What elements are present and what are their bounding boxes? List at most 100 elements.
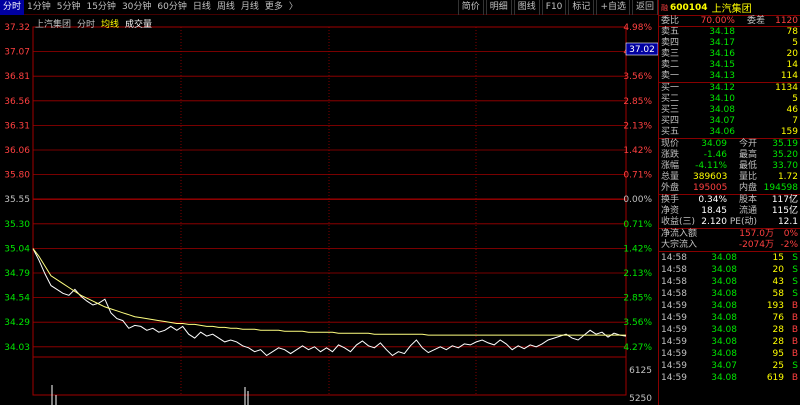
field-label: 流通 bbox=[738, 206, 757, 216]
period-tab[interactable]: 30分钟 bbox=[119, 0, 154, 15]
weicha-label: 委差 bbox=[746, 16, 765, 26]
price-axis-label: 36.06 bbox=[4, 146, 30, 156]
buy-price: 34.12 bbox=[709, 83, 735, 93]
field-value: 389603 bbox=[693, 172, 728, 182]
period-tabs: 分时 1分钟 5分钟 15分钟 30分钟 60分钟 日线 周线 月线 更多〉 bbox=[0, 0, 301, 15]
toolbar-button[interactable]: 简价 bbox=[457, 0, 484, 15]
field-label: 股本 bbox=[738, 195, 757, 205]
trade-side: S bbox=[792, 253, 798, 263]
trade-side: S bbox=[792, 289, 798, 299]
field-value: 2.120 bbox=[701, 217, 727, 227]
quote-row: 外盘 195005 内盘 194598 bbox=[659, 183, 800, 194]
toolbar-button[interactable]: 标记 bbox=[568, 0, 595, 15]
sell-level-label: 卖四 bbox=[661, 38, 680, 48]
toolbar-right-buttons: 简价 明细 图线 F10 标记 +自选 返回 bbox=[456, 0, 658, 15]
toolbar-button[interactable]: F10 bbox=[541, 0, 567, 15]
pct-axis-label: 4.98% bbox=[623, 23, 652, 33]
price-axis-label: 34.29 bbox=[4, 318, 30, 328]
chart-header: 上汽集团 分时 均线 成交量 bbox=[35, 17, 152, 30]
price-axis-label: 34.79 bbox=[4, 269, 30, 279]
trade-side: B bbox=[791, 337, 798, 347]
flow-row: 净流入额 157.0万 0% bbox=[659, 229, 800, 240]
stock-name[interactable]: 上汽集团 bbox=[712, 0, 752, 15]
pct-axis-label: 0.00% bbox=[623, 195, 652, 205]
period-tab[interactable]: 周线 bbox=[214, 0, 238, 15]
field-value: -1.46 bbox=[703, 150, 727, 160]
sell-orders: 卖五 34.18 78 卖四 34.17 5 卖三 34.16 20 卖二 34.15 14 卖一 34.… bbox=[659, 27, 800, 83]
period-tab[interactable]: 月线 bbox=[238, 0, 262, 15]
field-label: 收益(三) bbox=[661, 217, 696, 227]
field-value: 34.09 bbox=[701, 139, 727, 149]
sell-volume: 5 bbox=[792, 38, 798, 48]
period-tab[interactable]: 日线 bbox=[190, 0, 214, 15]
price-axis-label: 35.30 bbox=[4, 220, 30, 230]
trade-volume: 43 bbox=[772, 277, 784, 287]
buy-price: 34.07 bbox=[709, 116, 735, 126]
trade-volume: 76 bbox=[772, 313, 784, 323]
buy-price: 34.08 bbox=[709, 105, 735, 115]
period-tab[interactable]: 更多 bbox=[262, 0, 286, 15]
chart-label-avg[interactable]: 均线 bbox=[101, 17, 119, 30]
quote-row: 总量 389603 量比 1.72 bbox=[659, 172, 800, 183]
tick-trades: 14:58 34.08 15 S 14:58 34.08 20 S 14:58 34.08 43 S 1… bbox=[659, 252, 800, 384]
field-label: PE(动) bbox=[729, 217, 757, 227]
period-toolbar: 分时 1分钟 5分钟 15分钟 30分钟 60分钟 日线 周线 月线 更多〉 简价 明细 图线 F10 标… bbox=[0, 0, 658, 15]
chart-label-time[interactable]: 分时 bbox=[77, 17, 95, 30]
buy-volume: 46 bbox=[786, 105, 798, 115]
field-label: 净资 bbox=[661, 206, 680, 216]
period-tab[interactable]: 5分钟 bbox=[54, 0, 84, 15]
field-label: 现价 bbox=[661, 139, 680, 149]
field-value: 115亿 bbox=[771, 206, 798, 216]
period-tab[interactable]: 1分钟 bbox=[24, 0, 54, 15]
pct-axis-label: 2.85% bbox=[623, 97, 652, 107]
trade-row: 14:58 34.08 58 S bbox=[659, 288, 800, 300]
trade-volume: 28 bbox=[772, 337, 784, 347]
field-label: 量比 bbox=[738, 172, 757, 182]
trade-row: 14:59 34.08 76 B bbox=[659, 312, 800, 324]
trade-side: B bbox=[791, 325, 798, 335]
sell-level-label: 卖五 bbox=[661, 27, 680, 37]
toolbar-button[interactable]: 图线 bbox=[513, 0, 540, 15]
period-tab[interactable]: 分时 bbox=[0, 0, 25, 15]
quote-row: 现价 34.09 今开 35.19 bbox=[659, 139, 800, 150]
trade-price: 34.08 bbox=[711, 289, 737, 299]
period-tab[interactable]: 〉 bbox=[286, 0, 301, 15]
sell-level-label: 卖三 bbox=[661, 49, 680, 59]
trade-price: 34.08 bbox=[711, 349, 737, 359]
field-value: 12.1 bbox=[777, 217, 798, 227]
field-value: 1.72 bbox=[777, 172, 798, 182]
buy-order-row: 买三 34.08 46 bbox=[659, 105, 800, 116]
trade-row: 14:58 34.08 43 S bbox=[659, 276, 800, 288]
pct-axis-label: 4.27% bbox=[623, 343, 652, 353]
buy-level-label: 买一 bbox=[661, 83, 680, 93]
price-axis-label: 35.80 bbox=[4, 171, 30, 181]
stock-code-row: 融 600104 上汽集团 bbox=[659, 0, 800, 16]
trade-price: 34.08 bbox=[711, 301, 737, 311]
trade-side: B bbox=[791, 313, 798, 323]
buy-level-label: 买二 bbox=[661, 94, 680, 104]
toolbar-button[interactable]: +自选 bbox=[596, 0, 630, 15]
trade-side: B bbox=[791, 373, 798, 383]
trade-time: 14:59 bbox=[661, 301, 687, 311]
trade-volume: 193 bbox=[766, 301, 784, 311]
trade-volume: 20 bbox=[772, 265, 784, 275]
intraday-chart[interactable]: 37.32 4.98% 37.07 4.27% 36.81 3.56% 36.56 2.85%… bbox=[0, 15, 658, 405]
buy-volume: 7 bbox=[792, 116, 798, 126]
price-axis-label: 35.55 bbox=[4, 195, 30, 205]
buy-order-row: 买一 34.12 1134 bbox=[659, 83, 800, 94]
stats-row: 换手 0.34% 股本 117亿 bbox=[659, 195, 800, 206]
stock-code[interactable]: 600104 bbox=[670, 3, 708, 13]
toolbar-button[interactable]: 返回 bbox=[631, 0, 658, 15]
chart-label-vol[interactable]: 成交量 bbox=[125, 17, 152, 30]
period-tab[interactable]: 60分钟 bbox=[154, 0, 189, 15]
toolbar-button[interactable]: 明细 bbox=[485, 0, 512, 15]
field-value: 35.19 bbox=[772, 139, 798, 149]
trade-price: 34.07 bbox=[711, 361, 737, 371]
period-tab[interactable]: 15分钟 bbox=[83, 0, 118, 15]
weibi-label: 委比 bbox=[661, 16, 680, 26]
sell-order-row: 卖三 34.16 20 bbox=[659, 49, 800, 60]
pct-axis-label: 1.42% bbox=[623, 244, 652, 254]
field-label: 内盘 bbox=[738, 183, 757, 193]
trade-time: 14:58 bbox=[661, 265, 687, 275]
sell-volume: 14 bbox=[786, 60, 798, 70]
